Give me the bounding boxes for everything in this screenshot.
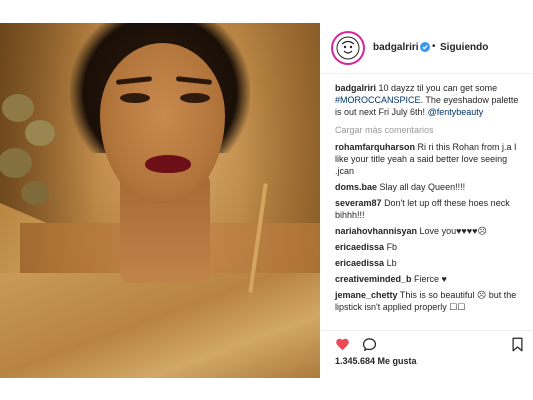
- comment-item: severam87 Don't let up off these hoes ne…: [335, 197, 525, 221]
- comment-item: ericaedissa Lb: [335, 257, 525, 269]
- comment-item: rohamfarquharson Ri ri this Rohan from j…: [335, 141, 525, 177]
- comment-username[interactable]: creativeminded_b: [335, 274, 412, 284]
- caption-username[interactable]: badgalriri: [335, 83, 376, 93]
- comment-icon[interactable]: [362, 337, 377, 352]
- comment-username[interactable]: ericaedissa: [335, 242, 384, 252]
- verified-badge-icon: [420, 42, 430, 52]
- comment-username[interactable]: rohamfarquharson: [335, 142, 415, 152]
- instagram-post: badgalriri • Siguiendo badgalriri 10 day…: [0, 23, 533, 378]
- comment-text: Love you♥♥♥♥☹: [419, 226, 487, 236]
- caption-hashtag[interactable]: #MOROCCANSPICE: [335, 95, 421, 105]
- comment-username[interactable]: nariahovhannisyan: [335, 226, 417, 236]
- avatar-icon[interactable]: [333, 33, 363, 63]
- comment-username[interactable]: severam87: [335, 198, 382, 208]
- garment: [0, 273, 320, 378]
- load-more-comments[interactable]: Cargar más comentarios: [335, 124, 525, 136]
- likes-count[interactable]: 1.345.684 Me gusta: [335, 356, 417, 366]
- face: [100, 43, 225, 203]
- cactus-decoration: [0, 94, 55, 205]
- comment-item: creativeminded_b Fierce ♥: [335, 273, 525, 285]
- post-username[interactable]: badgalriri: [373, 42, 419, 53]
- post-photo[interactable]: [0, 23, 320, 378]
- separator-dot: •: [432, 41, 436, 52]
- comment-item: jemane_chetty This is so beautiful ☹ but…: [335, 289, 525, 313]
- comment-username[interactable]: doms.bae: [335, 182, 377, 192]
- comment-item: nariahovhannisyan Love you♥♥♥♥☹: [335, 225, 525, 237]
- post-sidebar: badgalriri • Siguiendo badgalriri 10 day…: [320, 23, 533, 378]
- caption-text: 10 dayzz til you can get some: [378, 83, 498, 93]
- heart-icon[interactable]: [335, 337, 350, 352]
- right-eye: [180, 93, 210, 103]
- comment-text: Fierce ♥: [414, 274, 447, 284]
- post-header: badgalriri • Siguiendo: [320, 23, 533, 74]
- comment-item: doms.bae Slay all day Queen!!!!: [335, 181, 525, 193]
- caption: badgalriri 10 dayzz til you can get some…: [335, 82, 525, 118]
- comment-text: Fb: [386, 242, 398, 252]
- comment-username[interactable]: jemane_chetty: [335, 290, 398, 300]
- left-eye: [120, 93, 150, 103]
- comment-text: Slay all day Queen!!!!: [379, 182, 466, 192]
- comment-text: Lb: [386, 258, 397, 268]
- comments-list: badgalriri 10 dayzz til you can get some…: [335, 82, 525, 317]
- comment-username[interactable]: ericaedissa: [335, 258, 384, 268]
- bookmark-icon[interactable]: [510, 337, 525, 352]
- action-bar: [320, 330, 533, 353]
- lips: [145, 155, 191, 173]
- following-button[interactable]: Siguiendo: [440, 42, 488, 53]
- comment-item: ericaedissa Fb: [335, 241, 525, 253]
- caption-mention[interactable]: @fentybeauty: [428, 107, 484, 117]
